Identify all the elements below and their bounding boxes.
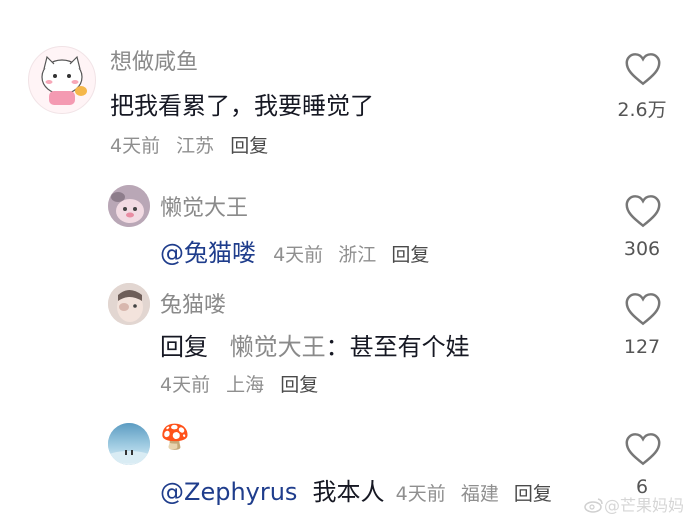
comment-meta: 4天前 上海 回复 xyxy=(160,370,318,397)
comment-time: 4天前 xyxy=(160,374,211,396)
avatar[interactable] xyxy=(28,46,96,114)
comment-text: 我本人 xyxy=(312,478,385,506)
reply-button[interactable]: 回复 xyxy=(280,374,318,396)
comment-thread: 想做咸鱼 把我看累了，我要睡觉了 4天前 江苏 回复 2.6万 懒觉大王 @兔猫… xyxy=(0,0,690,519)
reply-target-username[interactable]: 懒觉大王 xyxy=(230,333,326,361)
comment-text: 回复 懒觉大王：甚至有个娃 xyxy=(160,327,470,362)
comment-username[interactable]: 想做咸鱼 xyxy=(110,44,198,76)
comment-body: @Zephyrus 我本人 4天前 福建 回复 xyxy=(160,472,552,507)
like-heart-icon[interactable] xyxy=(624,292,662,326)
reply-button[interactable]: 回复 xyxy=(391,244,429,266)
reply-button[interactable]: 回复 xyxy=(230,135,268,157)
like-count: 306 xyxy=(623,238,661,260)
comment-location: 江苏 xyxy=(176,135,215,157)
comment-body: @兔猫喽 4天前 浙江 回复 xyxy=(160,233,429,268)
comment-time: 4天前 xyxy=(395,483,446,505)
avatar[interactable] xyxy=(108,185,150,227)
comment-location: 福建 xyxy=(460,483,499,505)
comment-username[interactable]: 懒觉大王 xyxy=(160,190,248,222)
like-count: 127 xyxy=(623,336,661,358)
like-heart-icon[interactable] xyxy=(624,194,662,228)
like-heart-icon[interactable] xyxy=(624,52,662,86)
like-count: 2.6万 xyxy=(617,99,667,121)
watermark: @芒果妈妈 xyxy=(584,492,684,516)
comment-username[interactable]: 兔猫喽 xyxy=(160,287,226,319)
comment-location: 上海 xyxy=(226,374,265,396)
weibo-logo-icon xyxy=(584,498,603,513)
watermark-text: @芒果妈妈 xyxy=(604,496,685,515)
reply-text: ：甚至有个娃 xyxy=(325,333,470,361)
mention-link[interactable]: @Zephyrus xyxy=(160,478,297,506)
comment-text: 把我看累了，我要睡觉了 xyxy=(110,92,374,120)
reply-prefix: 回复 xyxy=(160,333,208,361)
like-heart-icon[interactable] xyxy=(624,432,662,466)
comment-location: 浙江 xyxy=(338,244,377,266)
avatar[interactable] xyxy=(108,283,150,325)
avatar[interactable] xyxy=(108,423,150,465)
mention-link[interactable]: @兔猫喽 xyxy=(160,239,256,267)
comment-time: 4天前 xyxy=(273,244,324,266)
reply-button[interactable]: 回复 xyxy=(514,483,552,505)
comment-meta: 4天前 江苏 回复 xyxy=(110,131,268,158)
mushroom-emoji-username[interactable]: 🍄 xyxy=(160,424,190,450)
comment-time: 4天前 xyxy=(110,135,161,157)
